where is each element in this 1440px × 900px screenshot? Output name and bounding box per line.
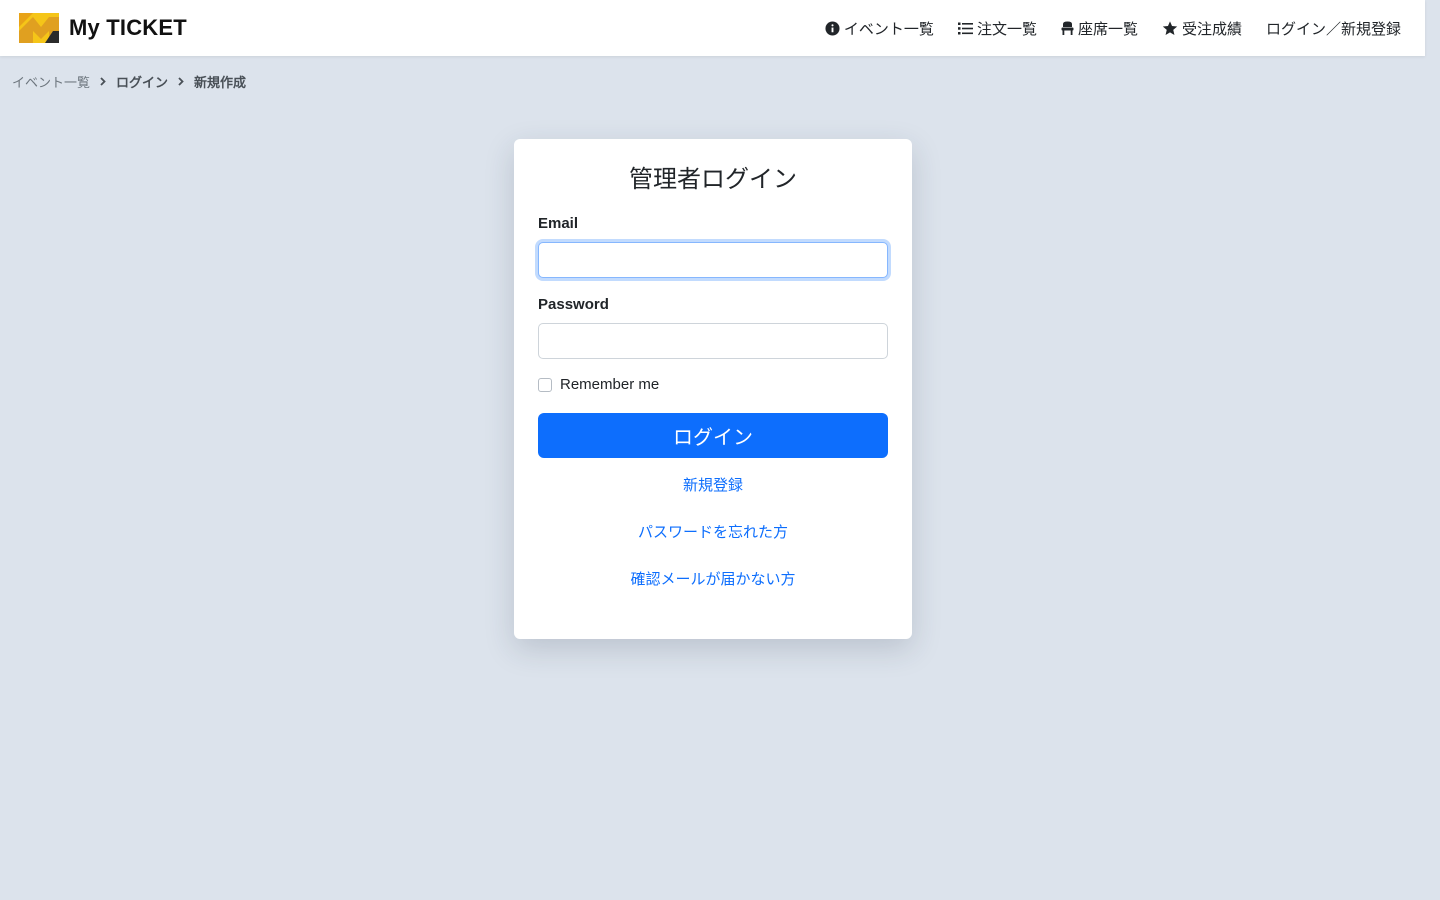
page-title: 管理者ログイン (629, 166, 797, 193)
breadcrumb: イベント一覧 ログイン 新規作成 (12, 72, 246, 91)
brand-name: My TICKET (69, 15, 187, 40)
nav-item-events[interactable]: イベント一覧 (825, 18, 934, 39)
password-label: Password (538, 296, 609, 313)
forgot-password-link[interactable]: パスワードを忘れた方 (514, 521, 912, 542)
seat-icon (1061, 21, 1074, 35)
breadcrumb-item-current: 新規作成 (194, 75, 247, 90)
nav-item-sales-performance-label: 受注成績 (1181, 20, 1242, 38)
brand-logo-icon (19, 13, 59, 43)
chevron-right-icon (178, 77, 184, 86)
remember-me-checkbox[interactable] (538, 377, 552, 392)
signup-link[interactable]: 新規登録 (514, 474, 912, 495)
brand-link[interactable]: My TICKET (19, 13, 187, 43)
login-card: 管理者ログイン Email Password Remember me ログイン … (514, 139, 912, 639)
nav-item-orders[interactable]: 注文一覧 (957, 18, 1037, 39)
chevron-right-icon (100, 77, 106, 86)
breadcrumb-item-login[interactable]: ログイン (116, 72, 168, 91)
email-label: Email (538, 215, 579, 232)
star-icon (1162, 20, 1178, 35)
remember-me[interactable]: Remember me (538, 376, 659, 393)
breadcrumb-item-events[interactable]: イベント一覧 (12, 72, 90, 91)
nav-item-seats-label: 座席一覧 (1077, 20, 1138, 38)
info-circle-icon (825, 20, 840, 36)
login-button[interactable]: ログイン (538, 413, 888, 458)
nav-item-login-signup-label: ログイン／新規登録 (1265, 20, 1401, 38)
top-navbar: My TICKET イベント一覧 注文一覧 座席一覧 受注成績 ログイン／新規登… (0, 0, 1425, 56)
resend-confirmation-link[interactable]: 確認メールが届かない方 (514, 568, 912, 589)
remember-me-label: Remember me (560, 376, 660, 393)
nav-links: イベント一覧 注文一覧 座席一覧 受注成績 ログイン／新規登録 (801, 0, 1401, 56)
nav-item-seats[interactable]: 座席一覧 (1061, 18, 1138, 39)
password-field[interactable] (538, 323, 888, 359)
nav-item-sales-performance[interactable]: 受注成績 (1162, 18, 1242, 39)
email-field[interactable] (538, 242, 888, 278)
nav-item-events-label: イベント一覧 (843, 20, 934, 38)
nav-item-orders-label: 注文一覧 (976, 20, 1037, 38)
nav-item-login-signup[interactable]: ログイン／新規登録 (1266, 18, 1401, 39)
list-icon (957, 22, 973, 34)
